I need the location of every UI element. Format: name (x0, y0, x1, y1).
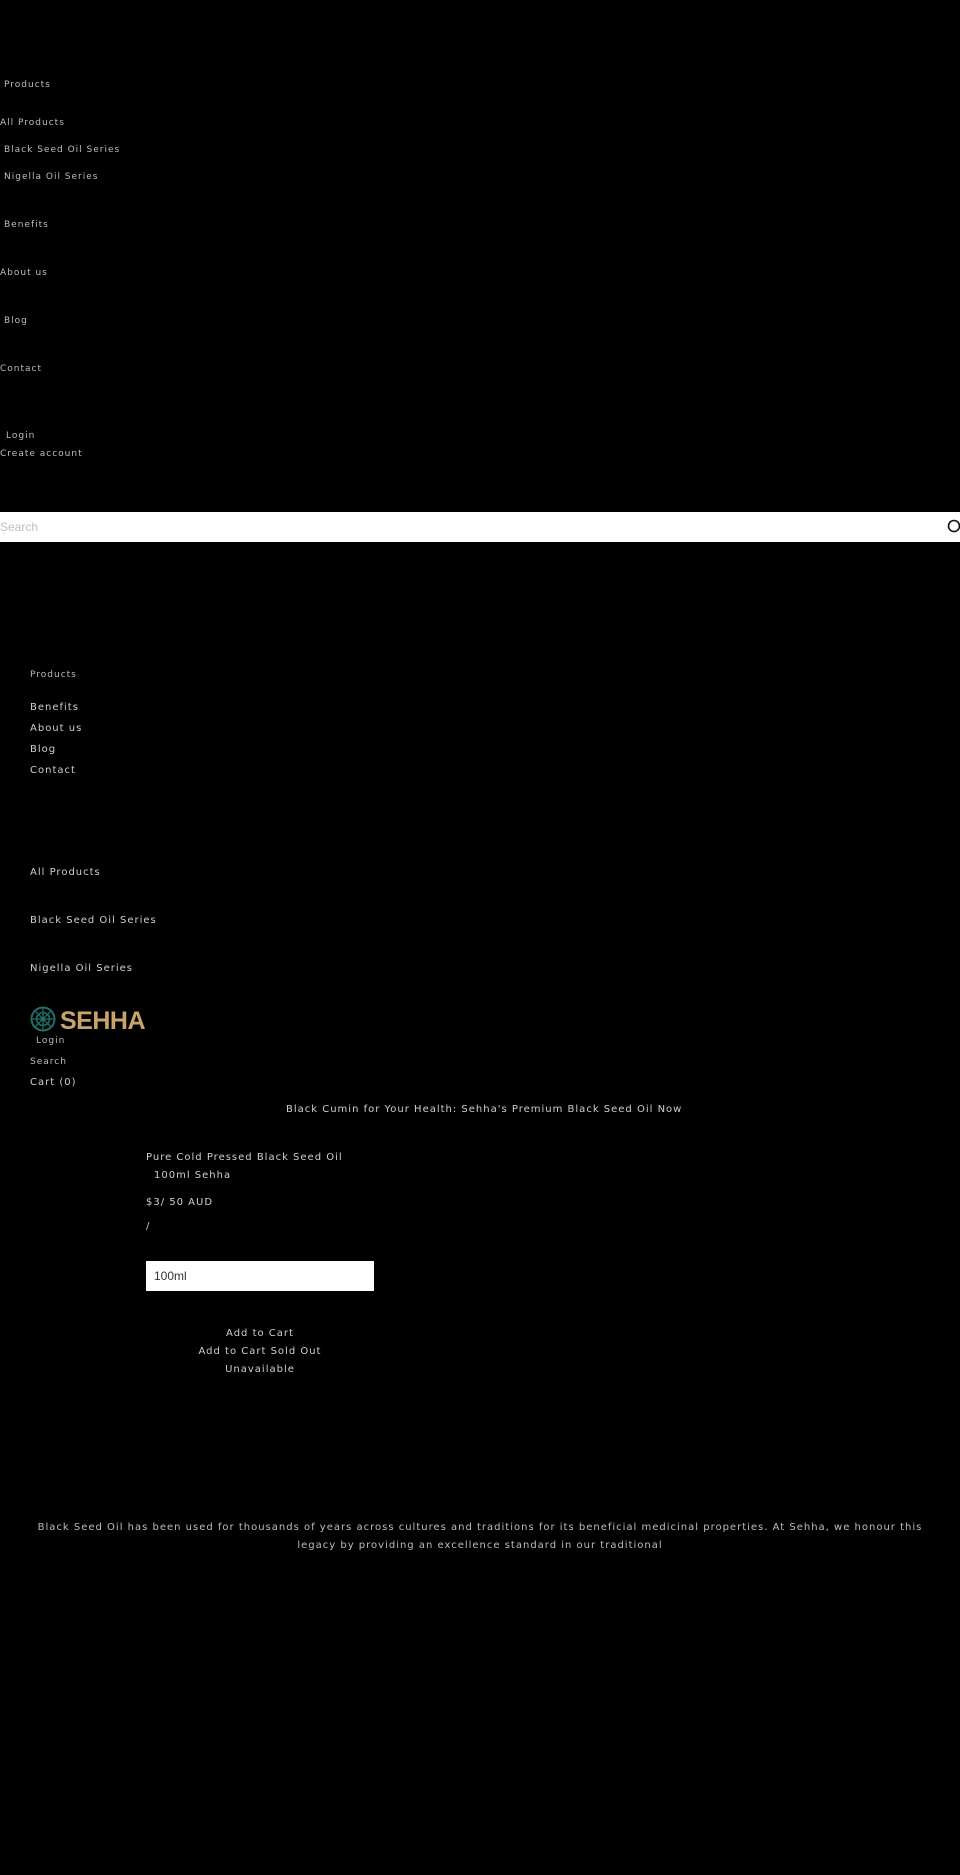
nav-contact[interactable]: Contact (30, 765, 76, 776)
product-subtitle: 100ml Sehha (154, 1170, 232, 1181)
nav-black-seed-oil-series[interactable]: Black Seed Oil Series (30, 915, 157, 926)
search-icon[interactable] (944, 519, 960, 535)
unavailable-label: Unavailable (225, 1364, 295, 1375)
cart-link[interactable]: Cart (0) (30, 1077, 77, 1088)
about-text: Black Seed Oil has been used for thousan… (37, 1522, 923, 1551)
site-logo[interactable]: SEHHA (30, 1006, 146, 1036)
nav-benefits[interactable]: Benefits (30, 702, 79, 713)
menu-link-benefits[interactable]: Benefits (4, 220, 49, 230)
nav-about-us[interactable]: About us (30, 723, 82, 734)
search-input[interactable] (0, 512, 900, 542)
announcement-bar: Black Cumin for Your Health: Sehha's Pre… (286, 1104, 683, 1115)
nav-blog[interactable]: Blog (30, 744, 56, 755)
nav-products[interactable]: Products (30, 670, 77, 680)
menu-item-all-products[interactable]: All Products (0, 118, 65, 128)
nav-all-products[interactable]: All Products (30, 867, 101, 878)
add-to-cart-sold-out-label: Add to Cart Sold Out (198, 1346, 322, 1357)
sehha-emblem-icon (30, 1006, 56, 1036)
logo-wordmark: SEHHA (60, 1006, 146, 1035)
menu-link-about-us[interactable]: About us (0, 268, 48, 278)
add-to-cart-button[interactable]: Add to Cart (130, 1328, 390, 1339)
menu-link-blog[interactable]: Blog (4, 316, 28, 326)
size-select-value: 100ml (154, 1269, 187, 1283)
product-title: Pure Cold Pressed Black Seed Oil (146, 1152, 343, 1163)
size-select[interactable]: 100ml (146, 1261, 374, 1291)
menu-login-link[interactable]: Login (6, 431, 35, 441)
menu-item-black-seed-oil-series[interactable]: Black Seed Oil Series (4, 145, 120, 155)
menu-heading-products[interactable]: Products (4, 80, 51, 90)
login-link[interactable]: Login (36, 1036, 65, 1046)
menu-create-account-link[interactable]: Create account (0, 449, 83, 459)
price-separator: / (146, 1221, 151, 1232)
nav-nigella-oil-series[interactable]: Nigella Oil Series (30, 963, 133, 974)
menu-item-nigella-oil-series[interactable]: Nigella Oil Series (4, 172, 98, 182)
menu-link-contact[interactable]: Contact (0, 364, 42, 374)
product-price: $3/ 50 AUD (146, 1197, 214, 1208)
search-link[interactable]: Search (30, 1057, 67, 1067)
search-bar (0, 512, 960, 542)
